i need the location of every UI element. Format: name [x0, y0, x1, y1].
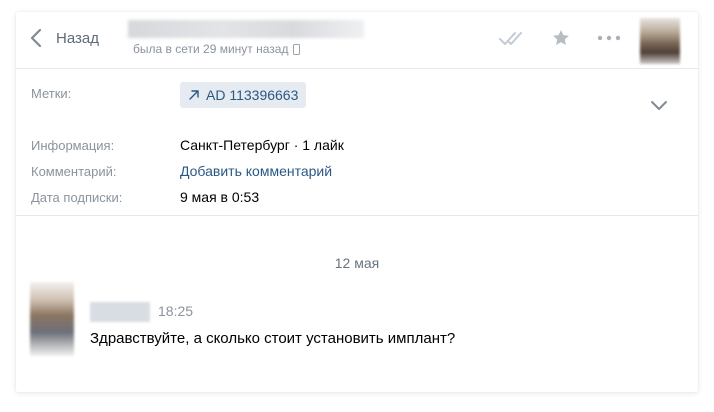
double-check-icon — [499, 32, 522, 45]
avatar[interactable] — [640, 18, 680, 64]
favorite-button[interactable] — [546, 26, 576, 50]
contact-name-blurred[interactable] — [128, 20, 364, 38]
contact-info-panel: Метки: AD 113396663 Информация: Санкт-Пе… — [16, 69, 698, 216]
message-time: 18:25 — [158, 303, 194, 319]
comment-label: Комментарий: — [31, 164, 117, 179]
tag-value: AD 113396663 — [206, 87, 299, 103]
message-text: Здравствуйте, а сколько стоит установить… — [90, 330, 456, 347]
star-icon — [553, 30, 569, 45]
subscribe-date-label: Дата подписки: — [31, 190, 123, 205]
more-icon — [597, 35, 621, 41]
tags-label: Метки: — [31, 86, 72, 101]
phone-icon — [293, 43, 301, 55]
dialog-header: Назад была в сети 29 минут назад — [16, 12, 698, 69]
date-separator: 12 мая — [334, 255, 380, 271]
header-actions — [498, 26, 642, 50]
chevron-down-icon[interactable] — [650, 99, 668, 111]
back-button[interactable]: Назад — [28, 26, 99, 50]
sender-avatar[interactable] — [30, 282, 74, 356]
chevron-left-icon — [30, 28, 42, 48]
tag-badge[interactable]: AD 113396663 — [180, 82, 307, 108]
online-status: была в сети 29 минут назад — [133, 42, 301, 56]
add-comment-link[interactable]: Добавить комментарий — [180, 163, 332, 179]
online-status-text: была в сети 29 минут назад — [133, 42, 289, 56]
subscribe-date-value: 9 мая в 0:53 — [180, 189, 260, 205]
info-label: Информация: — [31, 138, 115, 153]
dialog-card: Назад была в сети 29 минут назад Метки: … — [16, 12, 698, 392]
more-button[interactable] — [594, 26, 624, 50]
arrow-up-right-icon — [189, 90, 199, 100]
sender-name-blurred[interactable] — [90, 302, 150, 322]
info-value: Санкт-Петербург · 1 лайк — [180, 137, 344, 153]
back-label: Назад — [56, 29, 99, 47]
mark-read-button[interactable] — [498, 26, 528, 50]
